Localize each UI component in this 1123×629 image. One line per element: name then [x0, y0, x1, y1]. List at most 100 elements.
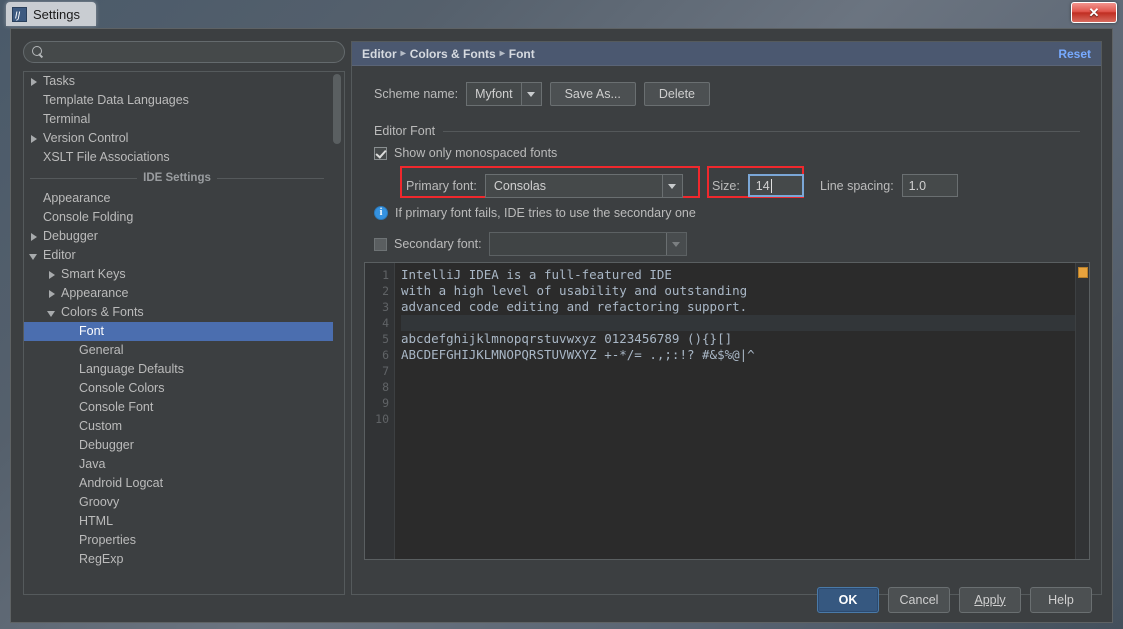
close-icon: ✕ — [1088, 5, 1100, 20]
font-preview-editor[interactable]: 1 2 3 4 5 6 7 8 9 10 IntelliJ IDEA is a full-feat… — [364, 262, 1090, 560]
window-close-button[interactable]: ✕ — [1071, 2, 1117, 23]
search-input[interactable] — [49, 45, 336, 59]
sidebar-item-version-control[interactable]: Version Control — [24, 129, 334, 148]
sidebar-item-html[interactable]: HTML — [24, 512, 334, 531]
settings-tree-panel[interactable]: Tasks Template Data Languages Terminal Vers… — [23, 71, 345, 595]
tree-scrollbar-thumb[interactable] — [333, 74, 341, 144]
chevron-down-icon[interactable] — [665, 233, 686, 255]
sidebar-item-label: Properties — [79, 533, 136, 547]
scheme-name-value: Myfont — [475, 87, 513, 101]
sidebar-item-console-folding[interactable]: Console Folding — [24, 208, 334, 227]
sidebar-item-debugger[interactable]: Debugger — [24, 227, 334, 246]
sidebar-item-label: Console Colors — [79, 381, 165, 395]
reset-link[interactable]: Reset — [1058, 47, 1091, 61]
sidebar-item-groovy[interactable]: Groovy — [24, 493, 334, 512]
chevron-right-icon[interactable] — [28, 133, 40, 145]
sidebar-item-appearance[interactable]: Appearance — [24, 284, 334, 303]
scheme-name-combo[interactable]: Myfont — [466, 82, 542, 106]
chevron-down-icon[interactable] — [28, 250, 40, 262]
breadcrumb-bar: Editor ▸ Colors & Fonts ▸ Font Reset — [352, 42, 1101, 66]
show-monospaced-row[interactable]: Show only monospaced fonts — [374, 146, 557, 160]
settings-search-box[interactable] — [23, 41, 345, 63]
save-as-button[interactable]: Save As... — [549, 82, 636, 106]
line-number: 7 — [382, 364, 389, 378]
code-line: with a high level of usability and outst… — [401, 283, 748, 298]
secondary-font-info-row: i If primary font fails, IDE tries to us… — [374, 206, 696, 220]
sidebar-item-java[interactable]: Java — [24, 455, 334, 474]
chevron-right-icon[interactable] — [28, 231, 40, 243]
apply-button[interactable]: Apply — [959, 586, 1021, 613]
breadcrumb-part-1[interactable]: Editor — [362, 47, 397, 61]
cancel-button[interactable]: Cancel — [888, 586, 950, 613]
sidebar-item-debugger[interactable]: Debugger — [24, 436, 334, 455]
sidebar-item-console-font[interactable]: Console Font — [24, 398, 334, 417]
sidebar-item-editor[interactable]: Editor — [24, 246, 334, 265]
chevron-down-icon[interactable] — [46, 307, 58, 319]
breadcrumb-separator: ▸ — [499, 48, 505, 59]
sidebar-item-properties[interactable]: Properties — [24, 531, 334, 550]
sidebar-item-label: Version Control — [43, 131, 129, 145]
sidebar-item-console-colors[interactable]: Console Colors — [24, 379, 334, 398]
sidebar-item-general[interactable]: General — [24, 341, 334, 360]
sidebar-item-label: Template Data Languages — [43, 93, 189, 107]
sidebar-item-smart-keys[interactable]: Smart Keys — [24, 265, 334, 284]
editor-preview-text[interactable]: IntelliJ IDEA is a full-featured IDE with… — [395, 263, 1075, 559]
line-number: 6 — [382, 348, 389, 362]
font-size-label: Size: — [712, 178, 740, 193]
line-number: 9 — [382, 396, 389, 410]
sidebar-item-label: Tasks — [43, 74, 75, 88]
chevron-right-icon[interactable] — [46, 269, 58, 281]
code-line: ABCDEFGHIJKLMNOPQRSTUVWXYZ +-*/= .,;:!? … — [401, 347, 755, 362]
sidebar-item-font[interactable]: Font — [24, 322, 334, 341]
secondary-font-combo[interactable] — [488, 232, 687, 256]
editor-marker-icon[interactable] — [1078, 267, 1088, 278]
chevron-down-icon[interactable] — [520, 83, 541, 105]
sidebar-item-label: General — [79, 343, 124, 357]
font-size-input[interactable]: 14 — [747, 174, 804, 197]
line-spacing-input[interactable]: 1.0 — [901, 174, 958, 197]
secondary-font-checkbox[interactable] — [374, 237, 387, 251]
breadcrumb-part-2[interactable]: Colors & Fonts — [410, 47, 496, 61]
sidebar-item-label: Java — [79, 457, 106, 471]
delete-button[interactable]: Delete — [643, 82, 711, 106]
sidebar-item-label: HTML — [79, 514, 114, 528]
window-title: Settings — [33, 6, 80, 22]
sidebar-item-label: Console Folding — [43, 210, 134, 224]
chevron-right-icon[interactable] — [46, 288, 58, 300]
primary-font-combo[interactable]: Consolas — [484, 174, 683, 198]
sidebar-item-label: Language Defaults — [79, 362, 184, 376]
sidebar-item-tasks[interactable]: Tasks — [24, 72, 334, 91]
intellij-idea-icon: IJ — [12, 6, 27, 22]
chevron-right-icon[interactable] — [28, 76, 40, 88]
sidebar-item-appearance[interactable]: Appearance — [24, 189, 334, 208]
sidebar-item-label: Editor — [43, 248, 76, 262]
sidebar-item-custom[interactable]: Custom — [24, 417, 334, 436]
help-button[interactable]: Help — [1030, 586, 1092, 613]
sidebar-item-label: Debugger — [79, 438, 134, 452]
sidebar-item-template-data-languages[interactable]: Template Data Languages — [24, 91, 334, 110]
font-size-row: Size: 14 — [712, 174, 804, 197]
ok-button[interactable]: OK — [817, 586, 879, 613]
secondary-font-value — [490, 233, 666, 255]
sidebar-item-language-defaults[interactable]: Language Defaults — [24, 360, 334, 379]
sidebar-item-label: RegExp — [79, 552, 124, 566]
chevron-down-icon[interactable] — [661, 175, 682, 197]
show-monospaced-checkbox[interactable] — [374, 146, 387, 160]
sidebar-item-xslt-file-associations[interactable]: XSLT File Associations — [24, 148, 334, 167]
primary-font-row: Primary font: Consolas — [406, 174, 683, 198]
code-line: abcdefghijklmnopqrstuvwxyz 0123456789 ()… — [401, 331, 733, 346]
sidebar-item-android-logcat[interactable]: Android Logcat — [24, 474, 334, 493]
sidebar-item-terminal[interactable]: Terminal — [24, 110, 334, 129]
sidebar-item-regexp[interactable]: RegExp — [24, 550, 334, 569]
settings-window: IJ Settings ✕ Tasks Template Data Languag… — [0, 0, 1123, 629]
editor-scrollbar[interactable] — [1075, 263, 1089, 559]
sidebar-item-colors-fonts[interactable]: Colors & Fonts — [24, 303, 334, 322]
tree-scrollbar-track[interactable] — [333, 72, 343, 594]
